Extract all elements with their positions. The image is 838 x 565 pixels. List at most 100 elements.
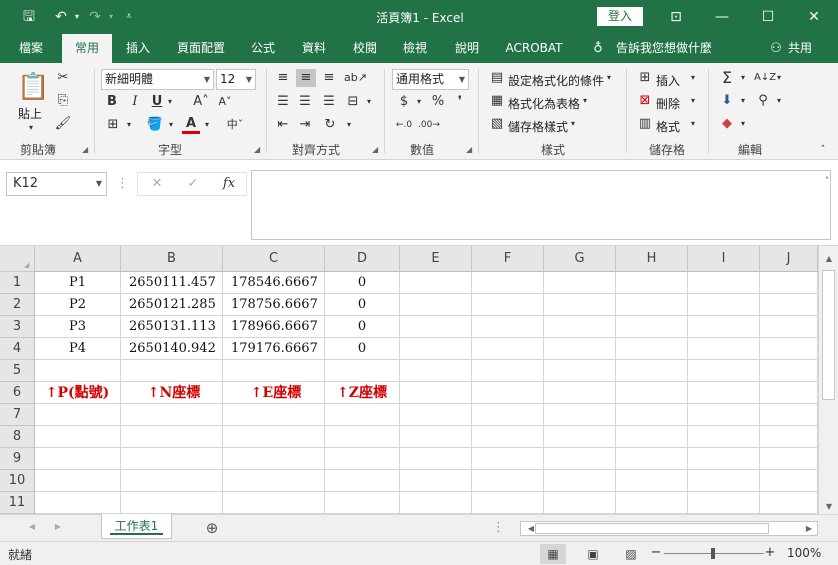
cell-j10[interactable] (760, 470, 818, 492)
decrease-indent-icon[interactable]: ⇤ (274, 116, 292, 134)
cell-f2[interactable] (472, 294, 544, 316)
font-size-combo[interactable]: 12 ▼ (216, 69, 256, 90)
clipboard-launcher-icon[interactable]: ◢ (82, 145, 88, 154)
horizontal-scroll-thumb[interactable] (535, 523, 769, 534)
cell-a10[interactable] (35, 470, 121, 492)
split-handle-icon[interactable]: ⋮ (492, 519, 505, 537)
tab-formulas[interactable]: 公式 (242, 34, 284, 63)
insert-cells-button[interactable]: 插入 (656, 72, 680, 89)
fill-icon[interactable]: ⬇ (718, 92, 736, 110)
tab-review[interactable]: 校閱 (343, 34, 387, 63)
decrease-decimal-icon[interactable]: .00→ (418, 116, 440, 134)
cell-b3[interactable]: 2650131.113 (121, 316, 223, 338)
cell-a8[interactable] (35, 426, 121, 448)
vertical-scroll-thumb[interactable] (822, 270, 835, 400)
cancel-icon[interactable]: ✕ (148, 175, 166, 193)
maximize-icon[interactable]: ☐ (745, 0, 791, 34)
chevron-down-icon[interactable]: ▾ (688, 115, 698, 133)
sign-in-button[interactable]: 登入 (597, 7, 643, 26)
find-select-icon[interactable]: ⚲ (754, 92, 772, 110)
select-all-corner[interactable] (0, 246, 35, 272)
cell-b7[interactable] (121, 404, 223, 426)
cell-f4[interactable] (472, 338, 544, 360)
cell-e11[interactable] (400, 492, 472, 514)
cell-f6[interactable] (472, 382, 544, 404)
cell-j8[interactable] (760, 426, 818, 448)
clipboard-icon[interactable]: 📋 (17, 71, 49, 103)
column-header-a[interactable]: A (35, 246, 121, 272)
increase-font-icon[interactable]: A˄ (192, 93, 210, 111)
clear-dropdown-icon[interactable]: ▾ (738, 115, 748, 133)
cell-c6[interactable]: ↑E座標 (223, 382, 325, 404)
align-left-icon[interactable]: ☰ (274, 93, 292, 111)
sheet-tab-1[interactable]: 工作表1 (101, 514, 172, 539)
column-header-c[interactable]: C (223, 246, 325, 272)
save-icon[interactable]: 🖫 (20, 9, 38, 25)
page-break-view-icon[interactable]: ▨ (618, 544, 644, 564)
column-header-h[interactable]: H (616, 246, 688, 272)
cell-b11[interactable] (121, 492, 223, 514)
cut-icon[interactable]: ✂ (54, 69, 72, 87)
cell-a6[interactable]: ↑P(點號) (35, 382, 121, 404)
cell-a7[interactable] (35, 404, 121, 426)
tab-acrobat[interactable]: ACROBAT (500, 34, 568, 63)
cell-c2[interactable]: 178756.6667 (223, 294, 325, 316)
phonetic-guide-icon[interactable]: 中ˇ (224, 116, 246, 134)
cell-b6[interactable]: ↑N座標 (121, 382, 223, 404)
cell-i5[interactable] (688, 360, 760, 382)
format-as-table-button[interactable]: 格式化為表格 (508, 95, 580, 112)
name-box[interactable]: K12 ▼ (6, 172, 107, 196)
cell-j9[interactable] (760, 448, 818, 470)
cell-h11[interactable] (616, 492, 688, 514)
cell-j7[interactable] (760, 404, 818, 426)
cell-c1[interactable]: 178546.6667 (223, 272, 325, 294)
collapse-formula-icon[interactable]: ˄ (820, 172, 834, 190)
row-header-6[interactable]: 6 (0, 382, 35, 404)
row-header-2[interactable]: 2 (0, 294, 35, 316)
row-header-5[interactable]: 5 (0, 360, 35, 382)
zoom-slider-thumb[interactable] (711, 548, 715, 559)
drag-handle-icon[interactable]: ⋮ (116, 175, 129, 193)
scroll-up-icon[interactable]: ▲ (819, 254, 838, 263)
chevron-down-icon[interactable]: ▾ (580, 92, 590, 110)
tab-data[interactable]: 資料 (292, 34, 336, 63)
zoom-out-icon[interactable]: − (650, 544, 662, 562)
cell-d2[interactable]: 0 (325, 294, 400, 316)
cell-d4[interactable]: 0 (325, 338, 400, 360)
next-sheet-icon[interactable]: ▶ (48, 522, 68, 531)
cell-g7[interactable] (544, 404, 616, 426)
borders-dropdown-icon[interactable]: ▾ (124, 116, 134, 134)
cell-i3[interactable] (688, 316, 760, 338)
cell-j1[interactable] (760, 272, 818, 294)
cell-i4[interactable] (688, 338, 760, 360)
font-launcher-icon[interactable]: ◢ (254, 145, 260, 154)
cell-e3[interactable] (400, 316, 472, 338)
tab-view[interactable]: 檢視 (393, 34, 437, 63)
comma-style-icon[interactable]: ❜ (452, 93, 468, 111)
increase-decimal-icon[interactable]: ←.0 (394, 116, 414, 134)
find-dropdown-icon[interactable]: ▾ (774, 92, 784, 110)
vertical-scrollbar[interactable]: ▲ ▼ (818, 246, 838, 514)
tab-file[interactable]: 檔案 (8, 34, 54, 63)
tab-help[interactable]: 說明 (444, 34, 490, 63)
cell-j2[interactable] (760, 294, 818, 316)
cell-h7[interactable] (616, 404, 688, 426)
clear-icon[interactable]: ◆ (718, 115, 736, 133)
cell-g10[interactable] (544, 470, 616, 492)
cell-h5[interactable] (616, 360, 688, 382)
decrease-font-icon[interactable]: A˅ (216, 93, 234, 111)
cell-styles-button[interactable]: 儲存格樣式 (508, 118, 568, 135)
cell-j3[interactable] (760, 316, 818, 338)
cell-g5[interactable] (544, 360, 616, 382)
orientation-icon[interactable]: ab↗ (344, 69, 367, 87)
enter-icon[interactable]: ✓ (184, 175, 202, 193)
chevron-down-icon[interactable]: ▾ (604, 69, 614, 87)
cell-f1[interactable] (472, 272, 544, 294)
underline-icon[interactable]: U (149, 93, 165, 111)
cell-d1[interactable]: 0 (325, 272, 400, 294)
cell-g4[interactable] (544, 338, 616, 360)
number-format-combo[interactable]: 通用格式 ▼ (392, 69, 469, 90)
cell-h1[interactable] (616, 272, 688, 294)
cell-b1[interactable]: 2650111.457 (121, 272, 223, 294)
scroll-right-icon[interactable]: ▶ (799, 524, 819, 533)
